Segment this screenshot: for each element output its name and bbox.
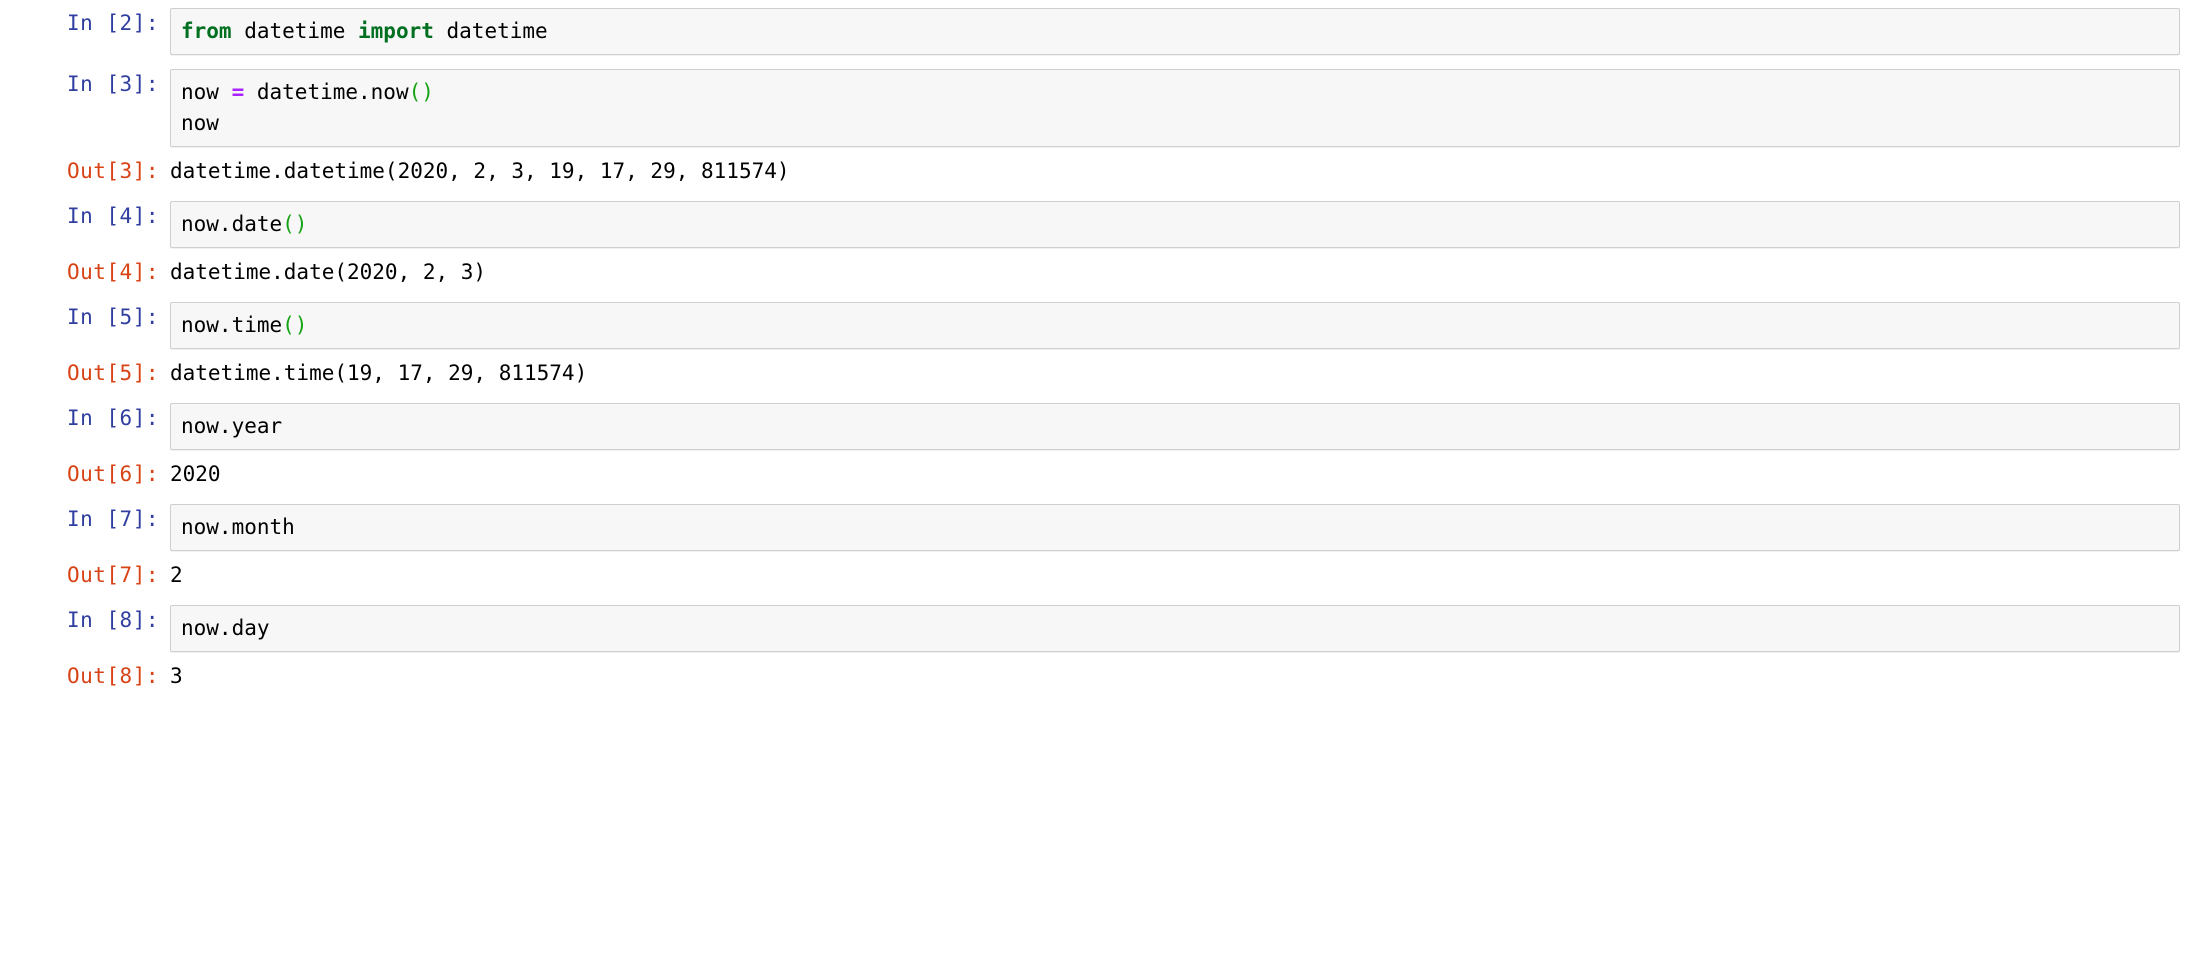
code-cell: In [3]: now = datetime.now() now bbox=[0, 69, 2194, 147]
output-text: datetime.datetime(2020, 2, 3, 19, 17, 29… bbox=[170, 159, 790, 183]
code-editor-area[interactable]: now.month bbox=[170, 504, 2180, 551]
code-editor-area[interactable]: now.time() bbox=[170, 302, 2180, 349]
output-prompt-label: Out[3]: bbox=[66, 159, 159, 183]
code-line: now.date() bbox=[181, 209, 2169, 240]
output-text: 3 bbox=[170, 664, 183, 688]
code-token-plain: now.month bbox=[181, 515, 295, 539]
code-editor-area[interactable]: now.day bbox=[170, 605, 2180, 652]
output-cell: Out[8]: 3 bbox=[0, 661, 2194, 692]
code-cell: In [4]: now.date() bbox=[0, 201, 2194, 248]
code-token-op: = bbox=[231, 80, 245, 104]
code-token-plain: now.date bbox=[181, 212, 283, 236]
output-prompt-label: Out[8]: bbox=[66, 664, 159, 688]
code-token-plain: now bbox=[181, 80, 232, 104]
code-line: now.day bbox=[181, 613, 2169, 644]
code-cell: In [2]: from datetime import datetime bbox=[0, 8, 2194, 55]
output-text: datetime.date(2020, 2, 3) bbox=[170, 260, 487, 284]
code-token-paren: () bbox=[282, 212, 308, 236]
code-token-plain: now bbox=[181, 111, 219, 135]
input-prompt-label: In [7]: bbox=[66, 507, 159, 531]
output-cell: Out[7]: 2 bbox=[0, 560, 2194, 591]
code-token-paren: () bbox=[282, 313, 308, 337]
code-line: from datetime import datetime bbox=[181, 16, 2169, 47]
output-prompt-label: Out[4]: bbox=[66, 260, 159, 284]
input-prompt-label: In [6]: bbox=[66, 406, 159, 430]
notebook-container: In [2]: from datetime import datetime In [… bbox=[0, 0, 2194, 692]
code-editor-area[interactable]: now.date() bbox=[170, 201, 2180, 248]
input-prompt-label: In [8]: bbox=[66, 608, 159, 632]
output-cell: Out[4]: datetime.date(2020, 2, 3) bbox=[0, 257, 2194, 288]
code-token-plain: datetime.now bbox=[244, 80, 409, 104]
code-token-paren: () bbox=[408, 80, 434, 104]
code-line: now.month bbox=[181, 512, 2169, 543]
code-token-kw: from bbox=[181, 19, 232, 43]
code-line: now.time() bbox=[181, 310, 2169, 341]
input-prompt-label: In [3]: bbox=[66, 72, 159, 96]
output-cell: Out[6]: 2020 bbox=[0, 459, 2194, 490]
code-cell: In [5]: now.time() bbox=[0, 302, 2194, 349]
code-cell: In [8]: now.day bbox=[0, 605, 2194, 652]
output-cell: Out[5]: datetime.time(19, 17, 29, 811574) bbox=[0, 358, 2194, 389]
input-prompt-label: In [4]: bbox=[66, 204, 159, 228]
code-editor-area[interactable]: now = datetime.now() now bbox=[170, 69, 2180, 147]
output-prompt-label: Out[5]: bbox=[66, 361, 159, 385]
output-prompt-label: Out[6]: bbox=[66, 462, 159, 486]
code-token-plain: datetime bbox=[433, 19, 548, 43]
code-editor-area[interactable]: from datetime import datetime bbox=[170, 8, 2180, 55]
output-prompt-label: Out[7]: bbox=[66, 563, 159, 587]
output-text: 2 bbox=[170, 563, 183, 587]
code-token-plain: now.time bbox=[181, 313, 283, 337]
code-token-plain: now.year bbox=[181, 414, 283, 438]
code-line: now bbox=[181, 108, 2169, 139]
code-cell: In [6]: now.year bbox=[0, 403, 2194, 450]
input-prompt-label: In [5]: bbox=[66, 305, 159, 329]
code-line: now = datetime.now() bbox=[181, 77, 2169, 108]
code-token-plain: now.day bbox=[181, 616, 270, 640]
code-token-kw: import bbox=[358, 19, 434, 43]
input-prompt-label: In [2]: bbox=[66, 11, 159, 35]
output-text: 2020 bbox=[170, 462, 221, 486]
code-cell: In [7]: now.month bbox=[0, 504, 2194, 551]
code-line: now.year bbox=[181, 411, 2169, 442]
output-text: datetime.time(19, 17, 29, 811574) bbox=[170, 361, 588, 385]
code-token-plain: datetime bbox=[231, 19, 359, 43]
output-cell: Out[3]: datetime.datetime(2020, 2, 3, 19,… bbox=[0, 156, 2194, 187]
code-editor-area[interactable]: now.year bbox=[170, 403, 2180, 450]
